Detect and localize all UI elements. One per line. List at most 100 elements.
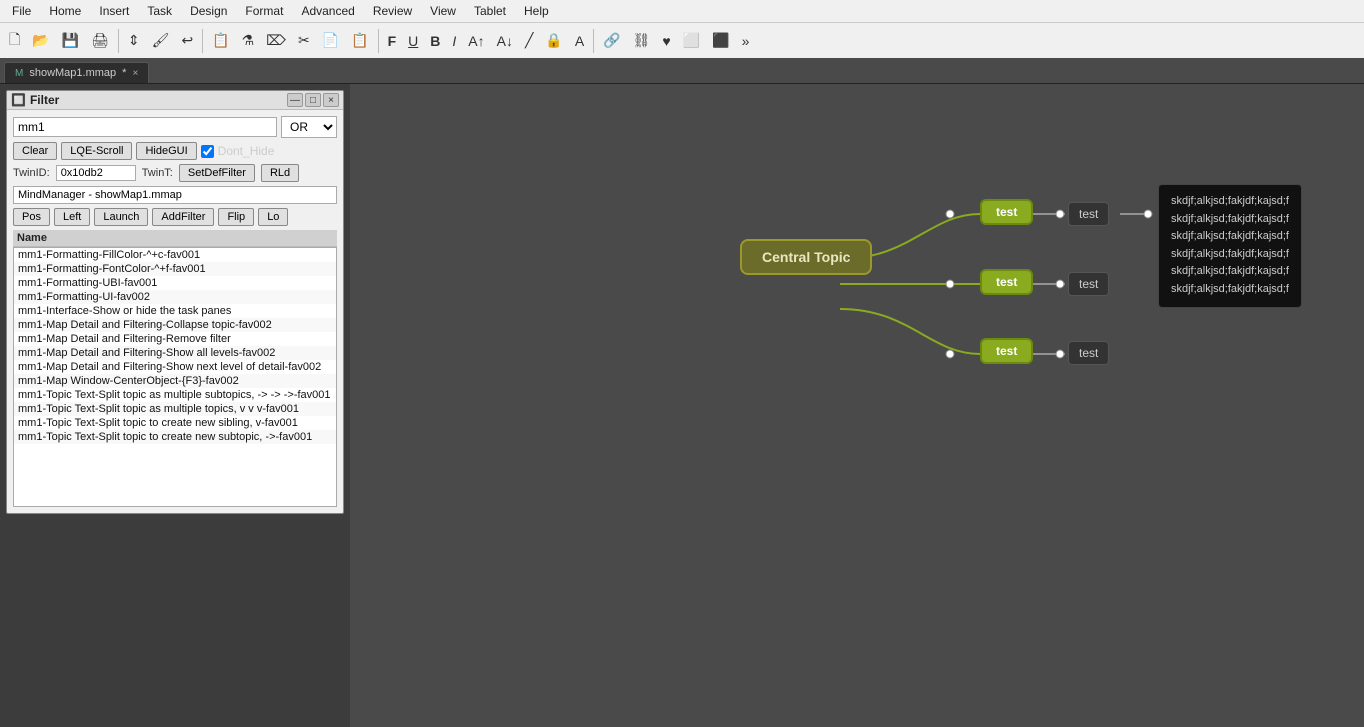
node-top-green[interactable]: test: [980, 199, 1033, 225]
lo-button[interactable]: Lo: [258, 208, 288, 226]
toolbar-open[interactable]: 📂: [27, 29, 54, 52]
panel-close-button[interactable]: ×: [323, 93, 339, 107]
menu-view[interactable]: View: [422, 2, 464, 20]
panel-titlebar-btns: — □ ×: [287, 93, 339, 107]
toolbar: 🗋 📂 💾 🖨 ⇕ 🖌 ↩ 📋 ⚗ ⌦ ✂ 📄 📋 F U B I A↑ A↓ …: [0, 22, 1364, 58]
list-item[interactable]: mm1-Topic Text-Split topic as multiple s…: [14, 388, 336, 402]
toolbar-line[interactable]: ╱: [520, 29, 538, 52]
node-mid-green[interactable]: test: [980, 269, 1033, 295]
node-bot-green[interactable]: test: [980, 338, 1033, 364]
toolbar-font-up[interactable]: A↑: [463, 30, 489, 52]
window-title-input[interactable]: [13, 186, 337, 204]
main-content: 🔲 Filter — □ × OR AND Clear: [0, 84, 1364, 727]
dont-hide-checkbox[interactable]: [201, 145, 214, 158]
list-item[interactable]: mm1-Formatting-UBI-fav001: [14, 276, 336, 290]
list-item[interactable]: mm1-Map Detail and Filtering-Remove filt…: [14, 332, 336, 346]
toolbar-box1[interactable]: ⬜: [678, 29, 705, 52]
tabbar: M showMap1.mmap * ×: [0, 58, 1364, 84]
toolbar-copy-format[interactable]: ⇕: [123, 29, 145, 52]
list-item[interactable]: mm1-Map Detail and Filtering-Show all le…: [14, 346, 336, 360]
sep4: [593, 29, 594, 53]
menu-task[interactable]: Task: [139, 2, 180, 20]
toolbar-lock[interactable]: 🔒: [540, 29, 567, 52]
hide-gui-button[interactable]: HideGUI: [136, 142, 196, 160]
item-list[interactable]: mm1-Formatting-FillColor-^+c-fav001mm1-F…: [13, 247, 337, 507]
node-bot-dark[interactable]: test: [1068, 341, 1109, 365]
toolbar-link1[interactable]: 🔗: [598, 29, 625, 52]
operator-select[interactable]: OR AND: [281, 116, 337, 138]
right-box-line: skdjf;alkjsd;fakjdf;kajsd;f: [1171, 281, 1289, 299]
panel-maximize-button[interactable]: □: [305, 93, 321, 107]
menu-insert[interactable]: Insert: [91, 2, 137, 20]
list-item[interactable]: mm1-Formatting-UI-fav002: [14, 290, 336, 304]
toolbar-copy[interactable]: 📄: [317, 29, 344, 52]
menu-design[interactable]: Design: [182, 2, 235, 20]
list-item[interactable]: mm1-Map Detail and Filtering-Collapse to…: [14, 318, 336, 332]
pos-button[interactable]: Pos: [13, 208, 50, 226]
lqe-scroll-button[interactable]: LQE-Scroll: [61, 142, 132, 160]
rld-button[interactable]: RLd: [261, 164, 299, 182]
toolbar-bold-f[interactable]: F: [383, 30, 402, 52]
tab-showmap[interactable]: M showMap1.mmap * ×: [4, 62, 149, 83]
menu-help[interactable]: Help: [516, 2, 557, 20]
set-def-filter-button[interactable]: SetDefFilter: [179, 164, 255, 182]
toolbar-clip1[interactable]: 📋: [207, 29, 234, 52]
right-box-line: skdjf;alkjsd;fakjdf;kajsd;f: [1171, 193, 1289, 211]
search-input[interactable]: [13, 117, 277, 137]
toolbar-special[interactable]: 🖌: [147, 29, 175, 52]
panel-titlebar: 🔲 Filter — □ ×: [7, 91, 343, 110]
list-item[interactable]: mm1-Interface-Show or hide the task pane…: [14, 304, 336, 318]
list-item[interactable]: mm1-Formatting-FillColor-^+c-fav001: [14, 248, 336, 262]
toolbar-print[interactable]: 🖨: [86, 29, 114, 52]
tab-close-button[interactable]: ×: [132, 68, 138, 79]
list-item[interactable]: mm1-Topic Text-Split topic as multiple t…: [14, 402, 336, 416]
clear-button[interactable]: Clear: [13, 142, 57, 160]
menubar: File Home Insert Task Design Format Adva…: [0, 0, 1364, 22]
twin-id-input[interactable]: [56, 165, 136, 181]
dont-hide-checkbox-label[interactable]: Dont_Hide: [201, 144, 275, 158]
toolbar-italic[interactable]: I: [447, 30, 461, 52]
toolbar-heart[interactable]: ♥: [657, 30, 675, 52]
panel-title: 🔲 Filter: [11, 93, 59, 107]
map-canvas[interactable]: Central Topic test test test test test t…: [350, 84, 1364, 727]
central-topic-node[interactable]: Central Topic: [740, 239, 872, 275]
launch-button[interactable]: Launch: [94, 208, 148, 226]
panel-title-text: Filter: [30, 93, 59, 107]
tab-label: showMap1.mmap: [29, 67, 116, 79]
node-top-dark[interactable]: test: [1068, 202, 1109, 226]
list-item[interactable]: mm1-Formatting-FontColor-^+f-fav001: [14, 262, 336, 276]
menu-file[interactable]: File: [4, 2, 39, 20]
toolbar-cut[interactable]: ✂: [293, 29, 315, 52]
toolbar-bold-b[interactable]: B: [425, 30, 445, 52]
toolbar-save[interactable]: 💾: [57, 29, 84, 52]
toolbar-arrow[interactable]: ↩: [176, 29, 198, 52]
list-item[interactable]: mm1-Map Detail and Filtering-Show next l…: [14, 360, 336, 374]
connections-svg: [350, 84, 1364, 727]
node-mid-dark[interactable]: test: [1068, 272, 1109, 296]
toolbar-filter[interactable]: ⚗: [237, 29, 260, 52]
list-item[interactable]: mm1-Map Window-CenterObject-{F3}-fav002: [14, 374, 336, 388]
toolbar-paste[interactable]: 📋: [346, 29, 373, 52]
flip-button[interactable]: Flip: [218, 208, 254, 226]
toolbar-more[interactable]: »: [737, 30, 755, 52]
filter-icon: 🔲: [11, 93, 26, 107]
toolbar-underline[interactable]: U: [403, 30, 423, 52]
toolbar-box2[interactable]: ⬛: [707, 29, 734, 52]
panel-minimize-button[interactable]: —: [287, 93, 303, 107]
toolbar-text-color[interactable]: A: [570, 30, 589, 52]
left-button[interactable]: Left: [54, 208, 90, 226]
list-item[interactable]: mm1-Topic Text-Split topic to create new…: [14, 416, 336, 430]
toolbar-filter2[interactable]: ⌦: [261, 29, 291, 52]
menu-advanced[interactable]: Advanced: [293, 2, 362, 20]
menu-tablet[interactable]: Tablet: [466, 2, 514, 20]
toolbar-link2[interactable]: ⛓: [628, 29, 656, 52]
menu-format[interactable]: Format: [237, 2, 291, 20]
menu-review[interactable]: Review: [365, 2, 420, 20]
list-item[interactable]: mm1-Topic Text-Split topic to create new…: [14, 430, 336, 444]
toolbar-new[interactable]: 🗋: [4, 26, 25, 56]
add-filter-button[interactable]: AddFilter: [152, 208, 214, 226]
pos-row: Pos Left Launch AddFilter Flip Lo: [13, 208, 337, 226]
menu-home[interactable]: Home: [41, 2, 89, 20]
toolbar-font-down[interactable]: A↓: [492, 30, 518, 52]
right-box-line: skdjf;alkjsd;fakjdf;kajsd;f: [1171, 263, 1289, 281]
